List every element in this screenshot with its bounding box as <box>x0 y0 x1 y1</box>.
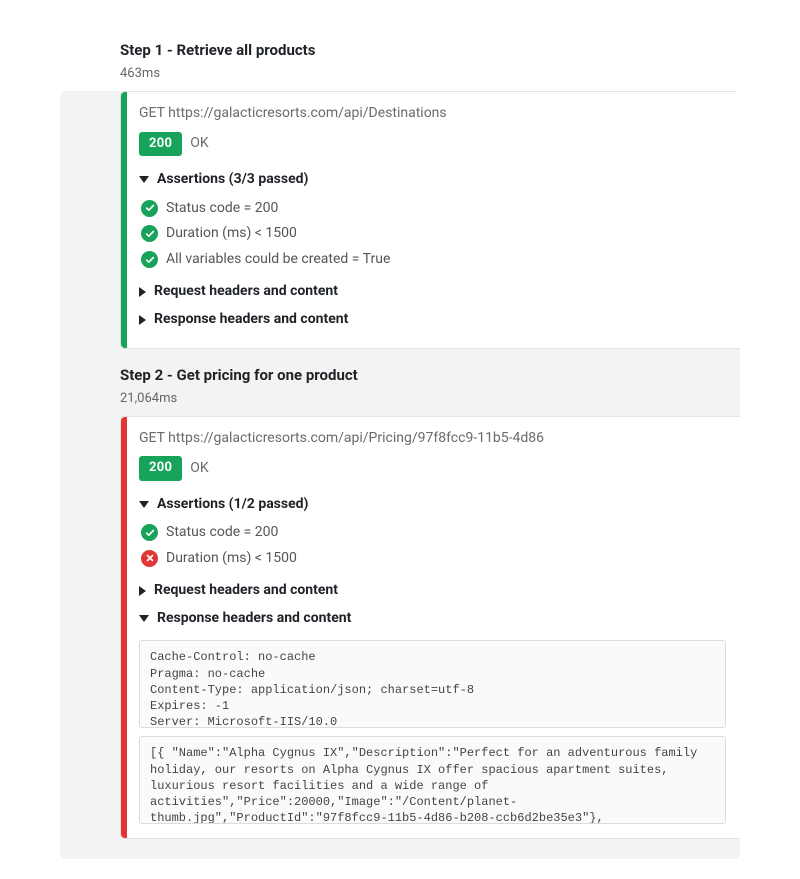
check-circle-icon <box>141 524 158 541</box>
status-code-badge: 200 <box>139 132 182 156</box>
status-row: 200 OK <box>139 456 726 480</box>
step-card: GET https://galacticresorts.com/api/Dest… <box>120 91 740 348</box>
results-panel: GET https://galacticresorts.com/api/Dest… <box>60 91 740 859</box>
status-text: OK <box>190 134 208 154</box>
chevron-down-icon <box>139 501 149 508</box>
step-duration: 463ms <box>120 65 740 83</box>
status-row: 200 OK <box>139 132 726 156</box>
assertions-header-label: Assertions (1/2 passed) <box>157 495 308 515</box>
assertion-item: Duration (ms) < 1500 <box>141 221 726 247</box>
check-circle-icon <box>141 251 158 268</box>
assertion-text: Status code = 200 <box>166 523 278 543</box>
request-headers-label: Request headers and content <box>154 581 338 601</box>
assertion-list: Status code = 200 Duration (ms) < 1500 A… <box>139 194 726 279</box>
chevron-right-icon <box>139 315 146 325</box>
step-duration: 21,064ms <box>120 390 740 408</box>
assertions-header-label: Assertions (3/3 passed) <box>157 170 308 190</box>
assertion-item: All variables could be created = True <box>141 247 726 273</box>
check-circle-icon <box>141 200 158 217</box>
step-title: Step 1 - Retrieve all products <box>120 40 740 61</box>
request-headers-toggle[interactable]: Request headers and content <box>139 278 726 306</box>
response-body-box[interactable]: [{ "Name":"Alpha Cygnus IX","Description… <box>139 736 726 824</box>
chevron-down-icon <box>139 615 149 622</box>
assertions-toggle[interactable]: Assertions (3/3 passed) <box>139 166 726 194</box>
request-line: GET https://galacticresorts.com/api/Dest… <box>139 104 726 124</box>
request-line: GET https://galacticresorts.com/api/Pric… <box>139 429 726 449</box>
status-text: OK <box>190 459 208 479</box>
step-card: GET https://galacticresorts.com/api/Pric… <box>120 416 740 840</box>
request-headers-toggle[interactable]: Request headers and content <box>139 577 726 605</box>
assertion-text: Duration (ms) < 1500 <box>166 224 297 244</box>
x-circle-icon <box>141 550 158 567</box>
assertion-item: Status code = 200 <box>141 520 726 546</box>
step-title: Step 2 - Get pricing for one product <box>120 365 740 386</box>
assertion-item: Duration (ms) < 1500 <box>141 546 726 572</box>
response-headers-toggle[interactable]: Response headers and content <box>139 306 726 334</box>
chevron-down-icon <box>139 176 149 183</box>
assertion-text: Duration (ms) < 1500 <box>166 549 297 569</box>
response-headers-toggle[interactable]: Response headers and content <box>139 605 726 633</box>
response-headers-label: Response headers and content <box>157 609 351 629</box>
response-headers-label: Response headers and content <box>154 310 348 330</box>
chevron-right-icon <box>139 586 146 596</box>
response-headers-box[interactable]: Cache-Control: no-cache Pragma: no-cache… <box>139 640 726 728</box>
chevron-right-icon <box>139 287 146 297</box>
assertion-text: All variables could be created = True <box>166 250 390 270</box>
status-code-badge: 200 <box>139 456 182 480</box>
assertion-list: Status code = 200 Duration (ms) < 1500 <box>139 518 726 577</box>
request-headers-label: Request headers and content <box>154 282 338 302</box>
assertion-item: Status code = 200 <box>141 196 726 222</box>
check-circle-icon <box>141 225 158 242</box>
assertions-toggle[interactable]: Assertions (1/2 passed) <box>139 491 726 519</box>
assertion-text: Status code = 200 <box>166 199 278 219</box>
